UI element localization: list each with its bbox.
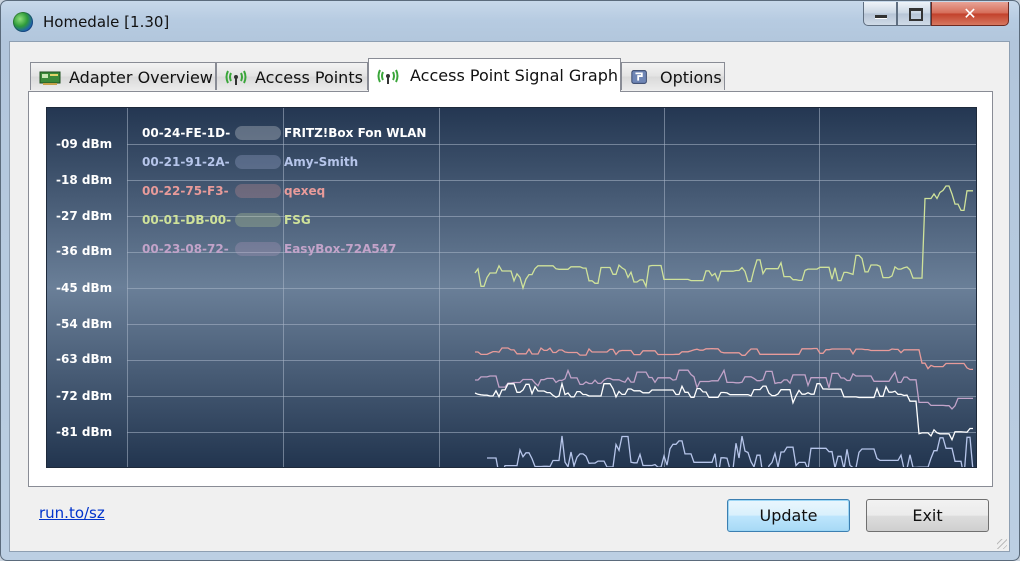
maximize-button[interactable]	[897, 2, 931, 26]
y-tick-label: -45 dBm	[56, 281, 112, 295]
legend-mac-prefix: 00-21-91-2A-	[142, 155, 230, 169]
window-title: Homedale [1.30]	[43, 13, 170, 31]
exit-button[interactable]: Exit	[866, 499, 989, 532]
client-area: Adapter Overview Access Points Access Po…	[9, 41, 1010, 552]
tab-options[interactable]: Options	[621, 62, 725, 90]
legend-redacted-mac	[235, 155, 281, 169]
legend-redacted-mac	[235, 242, 281, 256]
homepage-link[interactable]: run.to/sz	[39, 504, 105, 522]
tab-adapter-overview[interactable]: Adapter Overview	[30, 62, 216, 90]
legend-redacted-mac	[235, 213, 281, 227]
tab-label: Access Point Signal Graph	[410, 66, 618, 85]
legend-mac-prefix: 00-24-FE-1D-	[142, 126, 230, 140]
maximize-icon	[909, 8, 923, 21]
antenna-icon	[377, 69, 399, 84]
y-tick-label: -18 dBm	[56, 173, 112, 187]
resize-grip[interactable]	[997, 539, 1007, 549]
y-tick-label: -36 dBm	[56, 244, 112, 258]
tab-label: Adapter Overview	[69, 68, 213, 87]
legend-mac-prefix: 00-23-08-72-	[142, 242, 229, 256]
signal-graph: -09 dBm -18 dBm -27 dBm -36 dBm -45 dBm …	[46, 107, 977, 468]
minimize-button[interactable]	[863, 2, 897, 26]
legend-ssid: qexeq	[284, 184, 325, 198]
legend-ssid: EasyBox-72A547	[284, 242, 396, 256]
globe-icon	[13, 12, 33, 32]
y-tick-label: -63 dBm	[56, 352, 112, 366]
options-icon	[631, 70, 647, 84]
legend-ssid: FSG	[284, 213, 311, 227]
title-bar[interactable]: Homedale [1.30] ✕	[1, 1, 1019, 41]
legend-redacted-mac	[235, 126, 281, 140]
tab-label: Options	[660, 68, 722, 87]
update-button[interactable]: Update	[727, 499, 850, 532]
signal-graph-panel: -09 dBm -18 dBm -27 dBm -36 dBm -45 dBm …	[28, 91, 993, 487]
y-tick-label: -54 dBm	[56, 317, 112, 331]
y-tick-label: -09 dBm	[56, 137, 112, 151]
tab-access-points[interactable]: Access Points	[216, 62, 368, 90]
y-tick-label: -72 dBm	[56, 389, 112, 403]
minimize-icon	[875, 15, 887, 18]
app-window: Homedale [1.30] ✕ Adapter Overview Acces…	[0, 0, 1020, 561]
legend-mac-prefix: 00-01-DB-00-	[142, 213, 231, 227]
legend-ssid: FRITZ!Box Fon WLAN	[284, 126, 426, 140]
legend-mac-prefix: 00-22-75-F3-	[142, 184, 229, 198]
tab-access-point-signal-graph[interactable]: Access Point Signal Graph	[368, 58, 621, 92]
close-icon: ✕	[963, 4, 977, 23]
legend-ssid: Amy-Smith	[284, 155, 358, 169]
antenna-icon	[225, 70, 247, 85]
tab-label: Access Points	[255, 68, 363, 87]
network-card-icon	[39, 71, 61, 85]
y-tick-label: -27 dBm	[56, 209, 112, 223]
legend-redacted-mac	[235, 184, 281, 198]
close-button[interactable]: ✕	[931, 2, 1009, 26]
y-tick-label: -81 dBm	[56, 425, 112, 439]
signal-graph-canvas: -09 dBm -18 dBm -27 dBm -36 dBm -45 dBm …	[47, 108, 976, 467]
